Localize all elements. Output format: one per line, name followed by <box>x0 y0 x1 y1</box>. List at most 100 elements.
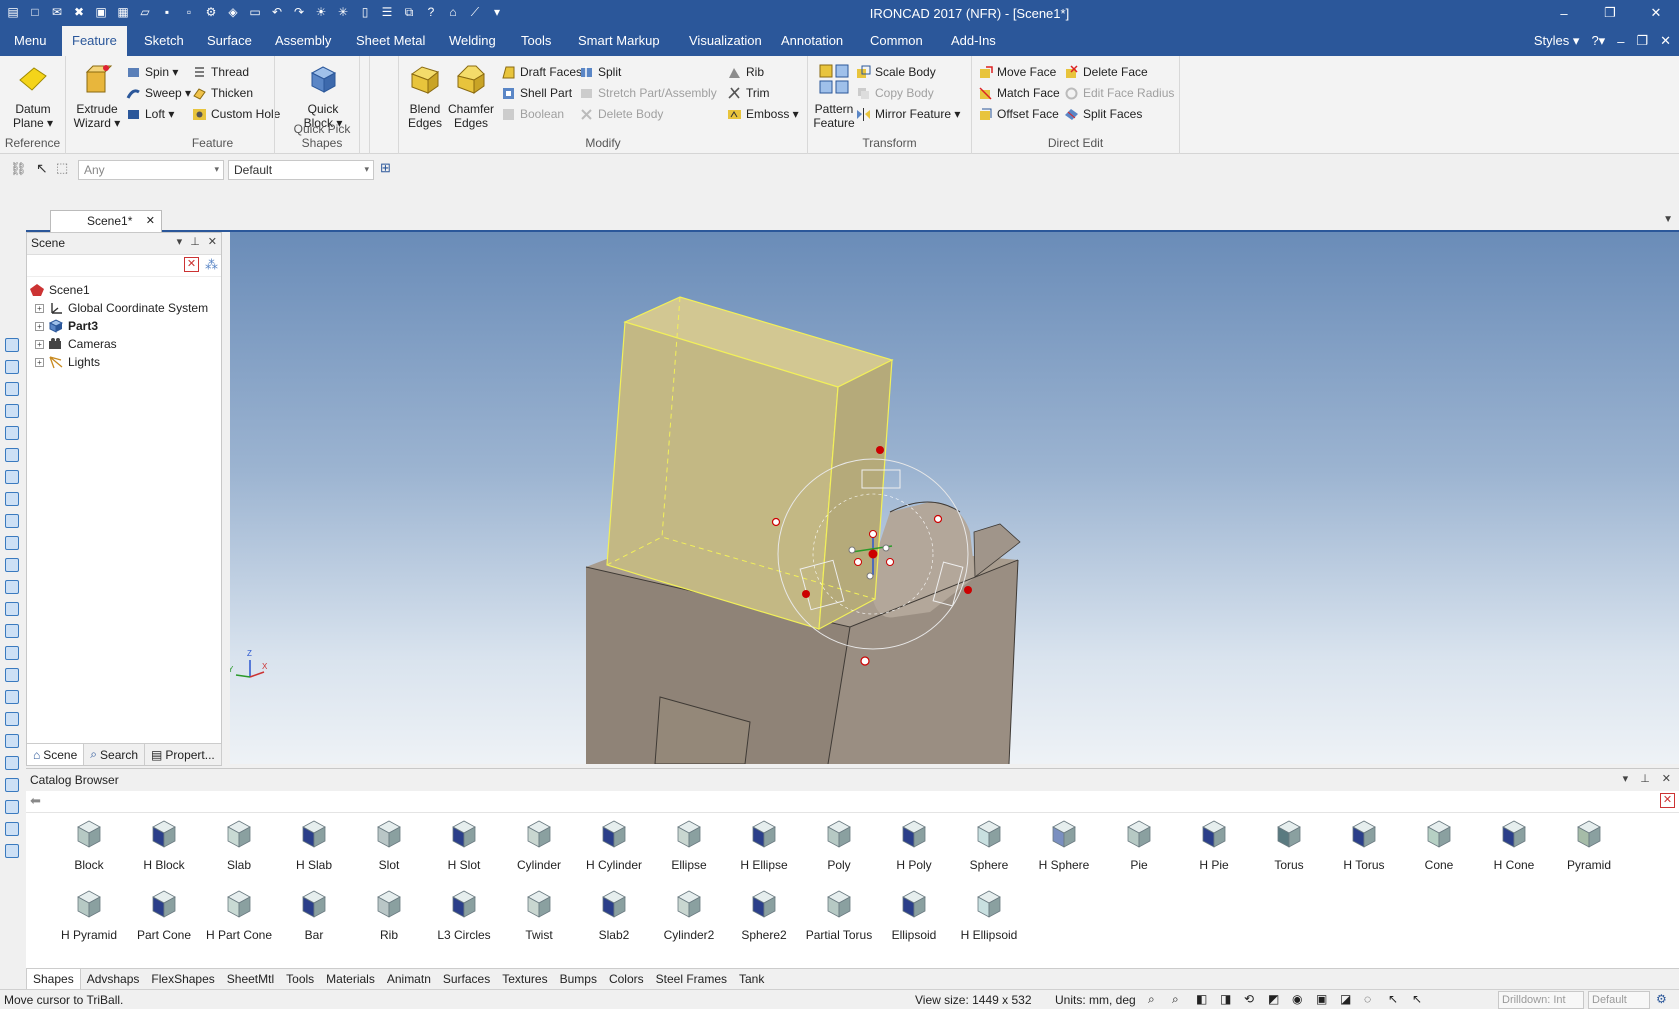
view-tool-icon[interactable] <box>5 822 19 836</box>
default-combo[interactable]: Default <box>1588 991 1650 1009</box>
view-tool-icon[interactable] <box>5 734 19 748</box>
catalog-shape-poly[interactable]: Poly <box>802 817 876 872</box>
tree-item-scene1[interactable]: Scene1 <box>29 281 221 299</box>
view-tool-icon[interactable] <box>5 800 19 814</box>
triball-handle[interactable] <box>882 544 890 552</box>
triball-center[interactable] <box>868 549 878 559</box>
view-tool-icon[interactable] <box>5 470 19 484</box>
triball-handle[interactable] <box>869 530 877 538</box>
custom-hole-button[interactable]: Custom Hole <box>192 104 280 124</box>
quick-block-button[interactable]: Quick Block ▾ <box>295 62 351 130</box>
back-arrow-icon[interactable]: ⬅ <box>30 793 41 809</box>
zoom-icon[interactable]: ⌕ <box>1148 992 1164 1007</box>
pin-icon[interactable]: ⊥ <box>190 235 200 248</box>
catalog-shape-h-slot[interactable]: H Slot <box>427 817 501 872</box>
loft-button[interactable]: Loft ▾ <box>126 104 174 124</box>
camera-icon[interactable]: ◉ <box>1292 992 1308 1007</box>
mirror-feature-button[interactable]: Mirror Feature ▾ <box>856 104 960 124</box>
view-tool-icon[interactable] <box>5 844 19 858</box>
datum-plane-button[interactable]: Datum Plane ▾ <box>6 62 60 130</box>
catalog-shape-cylinder[interactable]: Cylinder <box>502 817 576 872</box>
catalog-shape-h-slab[interactable]: H Slab <box>277 817 351 872</box>
scene-canvas[interactable]: Z X Y <box>230 232 1679 764</box>
ribbon-minimize-icon[interactable]: – <box>1617 34 1624 49</box>
view-tool-icon[interactable] <box>5 580 19 594</box>
sweep-button[interactable]: Sweep ▾ <box>126 83 191 103</box>
tab-surface[interactable]: Surface <box>197 26 262 56</box>
boolean-button[interactable]: Boolean <box>501 104 564 124</box>
catalog-shape-h-ellipsoid[interactable]: H Ellipsoid <box>952 887 1026 942</box>
view-tool-icon[interactable] <box>5 778 19 792</box>
catalog-tab-advshaps[interactable]: Advshaps <box>81 969 146 990</box>
pin-icon[interactable]: ⊥ <box>1640 772 1650 785</box>
view-cube-icon[interactable]: ◧ <box>1196 992 1212 1007</box>
view-tool-icon[interactable] <box>5 448 19 462</box>
shading-icon[interactable]: ◪ <box>1340 992 1356 1007</box>
section-icon[interactable]: ◩ <box>1268 992 1284 1007</box>
triball-handle[interactable] <box>886 558 894 566</box>
catalog-shape-slot[interactable]: Slot <box>352 817 426 872</box>
tab-welding[interactable]: Welding <box>439 26 506 56</box>
close-button[interactable]: ✕ <box>1633 0 1679 26</box>
catalog-shape-h-part-cone[interactable]: H Part Cone <box>202 887 276 942</box>
spin-button[interactable]: Spin ▾ <box>126 62 178 82</box>
tab-sketch[interactable]: Sketch <box>134 26 194 56</box>
tab-assembly[interactable]: Assembly <box>265 26 341 56</box>
close-tab-icon[interactable]: ✕ <box>146 214 155 227</box>
triball-handle[interactable] <box>802 590 810 598</box>
drilldown-combo[interactable]: Drilldown: Int <box>1498 991 1584 1009</box>
catalog-shape-partial-torus[interactable]: Partial Torus <box>802 887 876 942</box>
tab-visualization[interactable]: Visualization <box>679 26 772 56</box>
draft-faces-button[interactable]: Draft Faces <box>501 62 582 82</box>
restore-button[interactable]: ❐ <box>1587 0 1633 26</box>
tab-tools[interactable]: Tools <box>511 26 561 56</box>
view-tool-icon[interactable] <box>5 756 19 770</box>
view-tool-icon[interactable] <box>5 360 19 374</box>
expand-icon[interactable]: + <box>35 357 44 367</box>
chamfer-edges-button[interactable]: Chamfer Edges <box>447 62 495 130</box>
view-tool-icon[interactable] <box>5 602 19 616</box>
view-tool-icon[interactable] <box>5 338 19 352</box>
catalog-shape-torus[interactable]: Torus <box>1252 817 1326 872</box>
catalog-shape-h-cylinder[interactable]: H Cylinder <box>577 817 651 872</box>
catalog-shape-ellipse[interactable]: Ellipse <box>652 817 726 872</box>
expand-icon[interactable]: + <box>35 321 44 331</box>
catalog-tab-colors[interactable]: Colors <box>603 969 650 990</box>
render-mode-icon[interactable]: ◨ <box>1220 992 1236 1007</box>
style-combo[interactable]: Default ▾ <box>228 160 374 180</box>
delete-face-button[interactable]: Delete Face <box>1064 62 1148 82</box>
tab-properties[interactable]: ▤ Propert... <box>145 744 222 765</box>
edit-face-radius-button[interactable]: Edit Face Radius <box>1064 83 1174 103</box>
scale-body-button[interactable]: Scale Body <box>856 62 936 82</box>
tree-item-lights[interactable]: + Lights <box>29 353 221 371</box>
split-faces-button[interactable]: Split Faces <box>1064 104 1142 124</box>
triball-handle[interactable] <box>933 514 943 524</box>
view-tool-icon[interactable] <box>5 382 19 396</box>
expand-icon[interactable]: + <box>35 339 44 349</box>
styles-dropdown[interactable]: Styles ▾ <box>1534 33 1580 49</box>
thread-button[interactable]: Thread <box>192 62 249 82</box>
triball-handle[interactable] <box>876 446 884 454</box>
tab-smart-markup[interactable]: Smart Markup <box>568 26 670 56</box>
catalog-tab-tank[interactable]: Tank <box>733 969 770 990</box>
triball-handle[interactable] <box>860 656 870 666</box>
catalog-tab-materials[interactable]: Materials <box>320 969 381 990</box>
catalog-shape-rib[interactable]: Rib <box>352 887 426 942</box>
hierarchy-icon[interactable]: ⊞ <box>380 160 391 176</box>
catalog-shape-h-pyramid[interactable]: H Pyramid <box>52 887 126 942</box>
selection-mode-icon[interactable]: ⬚ <box>56 160 68 176</box>
view-tool-icon[interactable] <box>5 712 19 726</box>
catalog-shape-bar[interactable]: Bar <box>277 887 351 942</box>
select-filter-icon[interactable]: ⛓ <box>10 161 27 177</box>
tab-sheet-metal[interactable]: Sheet Metal <box>346 26 435 56</box>
panel-close-icon[interactable]: ✕ <box>208 235 217 248</box>
ribbon-restore-icon[interactable]: ❐ <box>1636 33 1648 49</box>
3d-viewport[interactable]: Z X Y <box>230 232 1679 764</box>
catalog-shape-part-cone[interactable]: Part Cone <box>127 887 201 942</box>
display-mode-icon[interactable]: ▣ <box>1316 992 1332 1007</box>
filter-icon[interactable]: ⁂ <box>205 257 218 273</box>
catalog-tab-flexshapes[interactable]: FlexShapes <box>145 969 220 990</box>
catalog-shape-sphere[interactable]: Sphere <box>952 817 1026 872</box>
catalog-shape-h-sphere[interactable]: H Sphere <box>1027 817 1101 872</box>
emboss-button[interactable]: Emboss ▾ <box>727 104 799 124</box>
